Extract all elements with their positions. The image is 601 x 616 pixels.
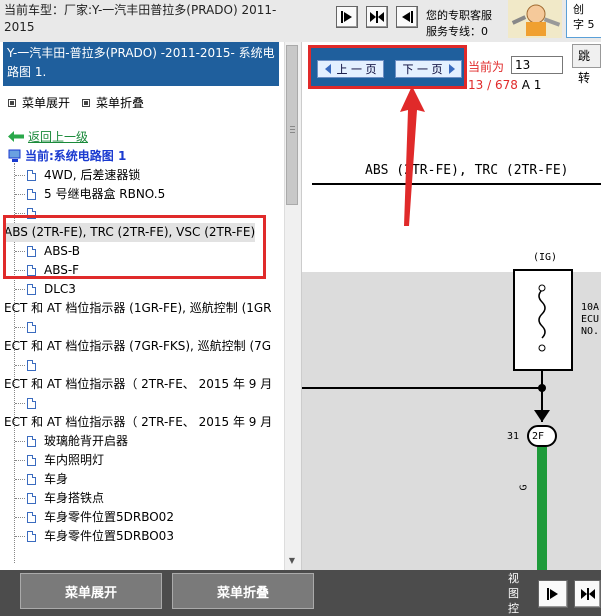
highlight-box-abs <box>3 215 266 279</box>
tree-item-label: 5 号继电器盒 RBNO.5 <box>44 187 166 201</box>
tree-item[interactable]: 车身零件位置5DRBO02 <box>15 508 174 527</box>
nav-split-button[interactable] <box>366 6 388 28</box>
tree-item[interactable]: 5 号继电器盒 RBNO.5 <box>15 185 165 204</box>
page-count-value: 13 / 678 <box>468 78 518 92</box>
document-icon <box>27 436 36 447</box>
fuse-info: 10A ECU NO. <box>581 302 599 338</box>
tree-item[interactable]: 车身搭铁点 <box>15 489 104 508</box>
play-right-icon <box>341 11 352 23</box>
highlight-box-pager <box>308 45 467 89</box>
nav-right-button[interactable] <box>336 6 358 28</box>
view-right-button[interactable] <box>538 580 568 608</box>
service-line-1: 您的专职客服 <box>426 9 492 22</box>
tree-item-label: 车身零件位置5DRBO02 <box>44 510 174 524</box>
view-split-button[interactable] <box>574 580 601 608</box>
tree-item[interactable]: ECT 和 AT 档位指示器 (7GR-FKS), 巡航控制 (7G <box>4 337 271 356</box>
page-count: 13 / 678 A 1 <box>468 78 541 92</box>
tree-item-label: 车身 <box>44 472 69 486</box>
document-icon <box>27 170 36 181</box>
menu-collapse-label: 菜单折叠 <box>96 96 145 110</box>
document-icon <box>27 284 36 295</box>
play-left-icon <box>402 11 413 23</box>
tree-scroll-thumb[interactable] <box>286 45 298 205</box>
tree-item[interactable] <box>15 356 44 375</box>
bottom-expand-button[interactable]: 菜单展开 <box>20 573 162 609</box>
fuse-rating: 10A <box>581 302 600 313</box>
red-arrow-annotation <box>400 86 425 226</box>
tree-item-label: 车身搭铁点 <box>44 491 105 505</box>
computer-icon <box>8 149 21 162</box>
current-page-label: 当前为 <box>468 60 505 74</box>
tree-item[interactable]: DLC3 <box>15 280 76 299</box>
bottom-collapse-button[interactable]: 菜单折叠 <box>172 573 314 609</box>
fuse-ecu: ECU <box>581 314 600 325</box>
menu-collapse-link[interactable]: 菜单折叠 <box>82 94 144 111</box>
current-node: 当前:系统电路图 1 <box>8 147 126 164</box>
tree-item-label: ECT 和 AT 档位指示器 (7GR-FKS), 巡航控制 (7G <box>4 339 272 353</box>
tree-item-label: 车身零件位置5DRBO03 <box>44 529 174 543</box>
wiring-diagram <box>302 183 601 570</box>
menu-tree-panel: Y-一汽丰田-普拉多(PRADO) -2011-2015- 系统电路图 1. 菜… <box>0 42 302 570</box>
page-suffix: A 1 <box>521 78 542 92</box>
service-info: 您的专职客服 服务专线：0 <box>426 8 504 40</box>
model-title: Y-一汽丰田-普拉多(PRADO) -2011-2015- 系统电路图 1. <box>3 42 279 86</box>
tree-item[interactable]: 玻璃舱背开启器 <box>15 432 128 451</box>
split-arrows-icon <box>580 588 595 600</box>
tree-item-label: 玻璃舱背开启器 <box>44 434 129 448</box>
split-arrows-icon <box>370 11 384 23</box>
collapse-square-icon <box>82 98 90 107</box>
tree-item[interactable]: ECT 和 AT 档位指示器（ 2TR-FE、 2015 年 9 月 <box>4 375 272 394</box>
tree-item[interactable] <box>15 318 44 337</box>
nav-left-button[interactable] <box>396 6 418 28</box>
tree-item-label: 车内照明灯 <box>44 453 105 467</box>
tree-item-label: 4WD, 后差速器锁 <box>44 168 141 182</box>
document-icon <box>27 189 36 200</box>
document-icon <box>27 360 36 371</box>
play-right-icon <box>547 588 558 600</box>
tree-item[interactable]: 车内照明灯 <box>15 451 104 470</box>
tree-item[interactable]: ECT 和 AT 档位指示器（ 2TR-FE、 2015 年 9 月 <box>4 413 272 432</box>
brand-box: 创 字 5 <box>566 0 601 38</box>
diagram-panel <box>302 42 601 570</box>
back-link[interactable]: 返回上一级 <box>8 128 88 145</box>
tree-item[interactable]: 车身 <box>15 470 68 489</box>
wire-color-label: G <box>518 484 530 491</box>
car-model-label: 当前车型：厂家:Y-一汽丰田普拉多(PRADO) 2011-2015 <box>4 3 277 34</box>
tree-item-label: ECT 和 AT 档位指示器 (1GR-FE), 巡航控制 (1GR <box>4 301 272 315</box>
diagram-title: ABS (2TR-FE), TRC (2TR-FE) <box>365 163 569 178</box>
connector-label: 2F <box>532 431 545 442</box>
jump-button[interactable]: 跳转 <box>572 44 601 85</box>
document-icon <box>27 493 36 504</box>
tree-item[interactable]: 车身零件位置5DRBO03 <box>15 527 174 546</box>
current-node-label: 当前:系统电路图 1 <box>25 149 127 163</box>
tree-item[interactable]: 4WD, 后差速器锁 <box>15 166 140 185</box>
page-number-input[interactable] <box>511 56 563 74</box>
menu-expand-link[interactable]: 菜单展开 <box>8 94 70 111</box>
scroll-down-icon[interactable]: ▼ <box>287 556 297 566</box>
document-icon <box>27 322 36 333</box>
document-icon <box>27 474 36 485</box>
document-icon <box>27 531 36 542</box>
tree-item[interactable]: ECT 和 AT 档位指示器 (1GR-FE), 巡航控制 (1GR <box>4 299 272 318</box>
brand-line-1: 创 <box>573 3 584 16</box>
tree-item-label: ECT 和 AT 档位指示器（ 2TR-FE、 2015 年 9 月 <box>4 377 273 391</box>
pin-number: 31 <box>507 431 520 442</box>
mechanic-mascot-icon <box>506 0 564 40</box>
ig-label: (IG) <box>533 252 558 263</box>
fuse-no: NO. <box>581 326 600 337</box>
document-icon <box>27 512 36 523</box>
expand-square-icon <box>8 98 16 107</box>
service-line-2: 服务专线：0 <box>426 25 488 38</box>
document-icon <box>27 398 36 409</box>
document-icon <box>27 455 36 466</box>
menu-expand-label: 菜单展开 <box>22 96 71 110</box>
brand-line-2: 字 5 <box>573 18 595 31</box>
tree-item-label: ECT 和 AT 档位指示器（ 2TR-FE、 2015 年 9 月 <box>4 415 273 429</box>
tree-item-label: DLC3 <box>44 282 76 296</box>
back-link-label: 返回上一级 <box>28 130 89 144</box>
view-control-label: 视图控 <box>508 572 519 615</box>
back-arrow-icon <box>8 131 24 142</box>
tree-item[interactable] <box>15 394 44 413</box>
